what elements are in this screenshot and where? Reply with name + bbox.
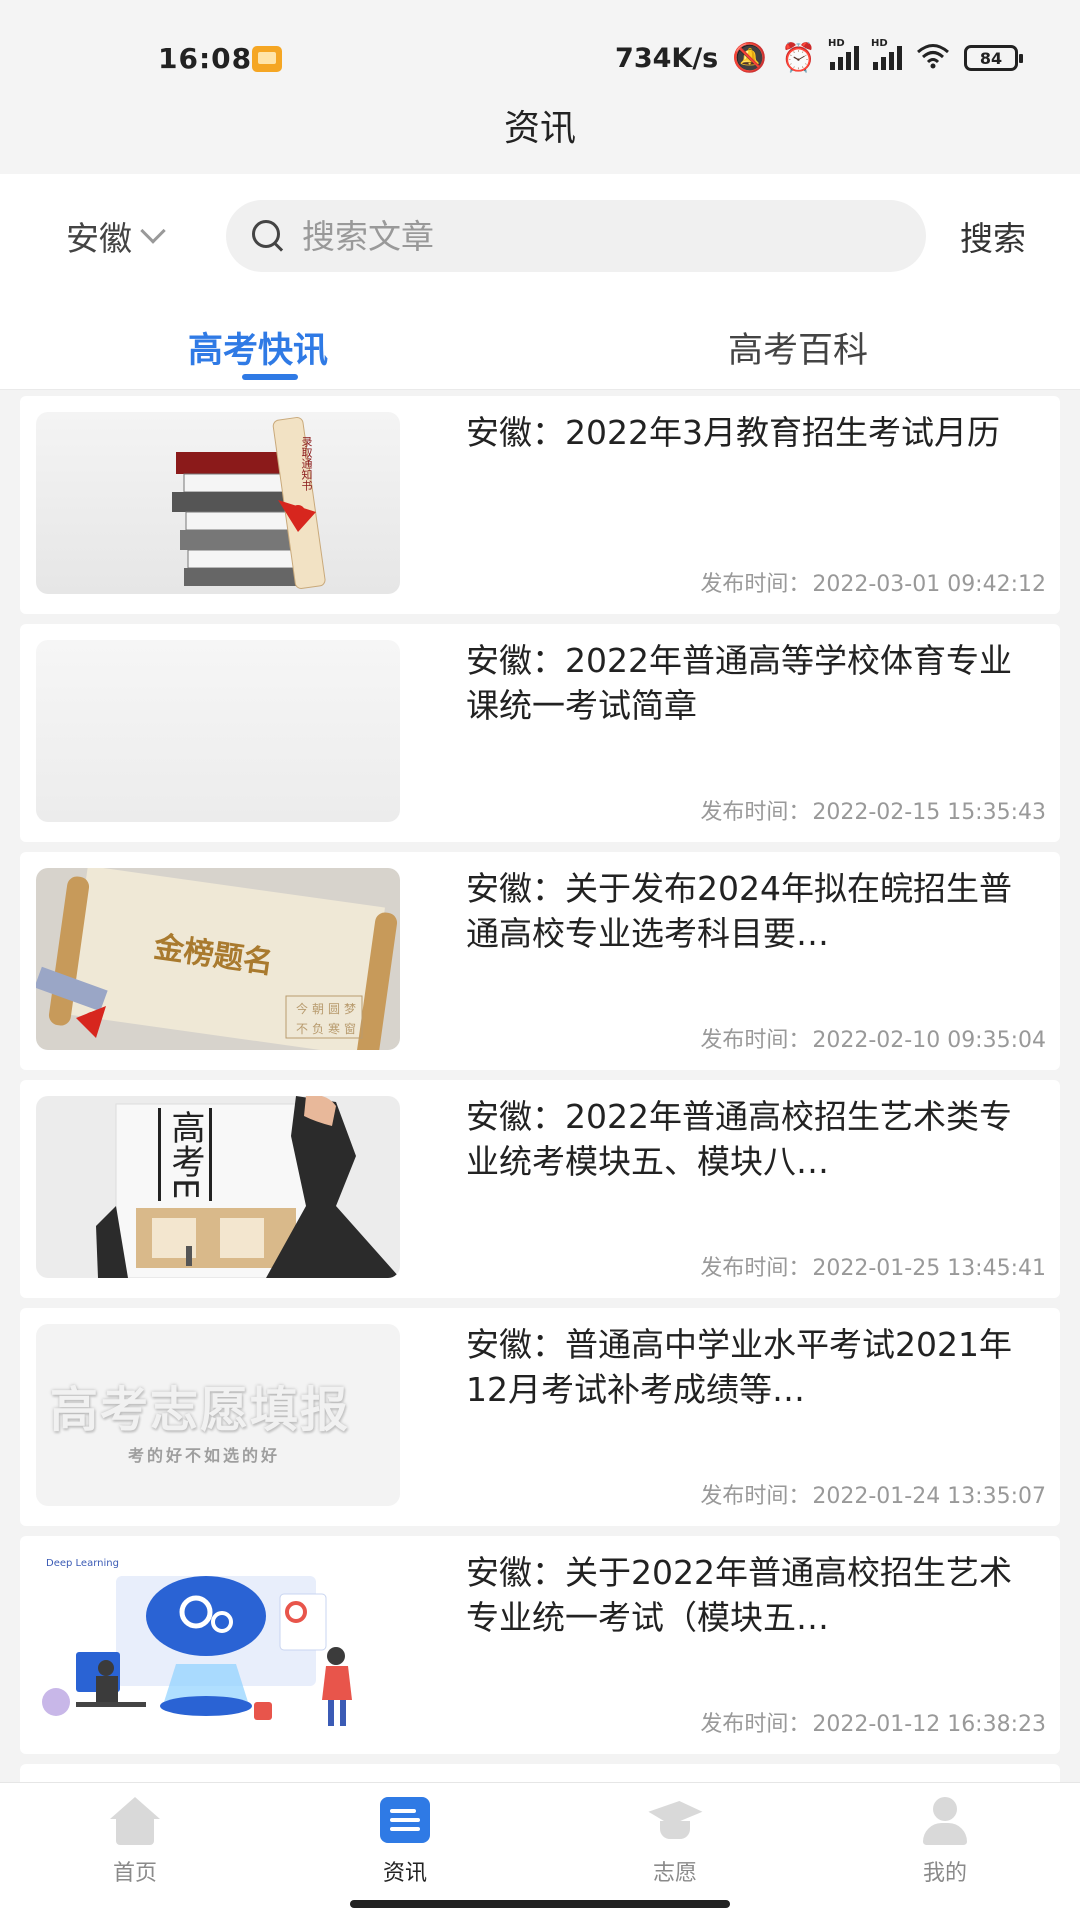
article-time: 发布时间：2022-01-25 13:45:41 (700, 1250, 1046, 1282)
poster-illustration (96, 1096, 400, 1278)
home-indicator[interactable] (350, 1900, 730, 1908)
nav-home-label: 首页 (112, 1861, 157, 1886)
chevron-down-icon (140, 218, 166, 244)
graduation-cap-icon (648, 1797, 702, 1847)
nav-volunteer[interactable]: 志愿 (615, 1797, 735, 1887)
status-bar: 16:08 734K/s 🔕 ⏰ HD HD 84 (0, 0, 1080, 110)
article-title: 安徽：2022年普通高等学校体育专业课统一考试简章 (466, 641, 1012, 725)
nav-profile-label: 我的 (922, 1861, 967, 1886)
nav-profile[interactable]: 我的 (885, 1797, 1005, 1887)
search-row: 安徽 搜索 (0, 174, 1080, 294)
article-time-label: 发布时间： (700, 800, 811, 825)
article-time: 发布时间：2022-02-10 09:35:04 (700, 1022, 1046, 1054)
article-time-value: 2022-01-24 13:35:07 (812, 1484, 1046, 1509)
article-time-value: 2022-01-25 13:45:41 (812, 1256, 1046, 1281)
mute-icon: 🔕 (732, 41, 768, 74)
search-input[interactable] (302, 216, 862, 256)
battery-icon: 84 (964, 45, 1023, 71)
signal-icon-2: HD (871, 38, 902, 70)
status-time: 16:08 (158, 42, 253, 75)
list-item[interactable]: 金榜题名 今朝圆梦 不负寒窗 安徽：关于发布2024年拟在皖招生普通高校专业选考… (20, 852, 1060, 1070)
article-thumbnail: 录取通知书 (36, 412, 400, 594)
article-time: 发布时间：2022-01-12 16:38:23 (700, 1706, 1046, 1738)
search-box[interactable] (226, 200, 926, 272)
article-time: 发布时间：2022-01-24 13:35:07 (700, 1478, 1046, 1510)
list-item[interactable]: Deep Learning 安徽：关于2022年普通高校招生艺术专业统一考试（模… (20, 1536, 1060, 1754)
nav-news-label: 资讯 (382, 1861, 427, 1886)
article-time: 发布时间：2022-03-01 09:42:12 (700, 566, 1046, 598)
article-time-value: 2022-02-15 15:35:43 (812, 800, 1046, 825)
list-item[interactable]: 录取通知书 安徽：2022年3月教育招生考试月历 发布时间：2022-03-01… (20, 396, 1060, 614)
article-time: 发布时间：2022-02-15 15:35:43 (700, 794, 1046, 826)
header: 资讯 (0, 100, 1080, 174)
notification-icon (252, 46, 282, 72)
nav-volunteer-label: 志愿 (652, 1861, 697, 1886)
signal-icon: HD (828, 38, 859, 70)
search-button[interactable]: 搜索 (960, 212, 1026, 260)
wifi-icon (916, 43, 950, 74)
thumbnail-caption: 高考E (158, 1108, 212, 1202)
list-item[interactable]: 高考E 安徽：2022年普通高校招生艺术类专业统考模块五、模块八… 发布时间：2… (20, 1080, 1060, 1298)
thumbnail-caption: 高考志愿填报 (50, 1382, 351, 1438)
article-time-label: 发布时间： (700, 572, 811, 597)
hd-label: HD (828, 38, 845, 49)
nav-home[interactable]: 首页 (75, 1797, 195, 1887)
article-thumbnail: 金榜题名 今朝圆梦 不负寒窗 (36, 868, 400, 1050)
article-time-value: 2022-01-12 16:38:23 (812, 1712, 1046, 1737)
article-title: 安徽：2022年3月教育招生考试月历 (466, 413, 1000, 452)
tab-gaokao-encyclopedia[interactable]: 高考百科 (728, 322, 868, 373)
alarm-icon: ⏰ (781, 41, 816, 74)
article-thumbnail: 高考志愿填报 考的好不如选的好 (36, 1324, 400, 1506)
user-icon (918, 1797, 972, 1847)
network-speed: 734K/s (615, 42, 719, 74)
books-diploma-illustration (172, 417, 326, 589)
nav-news[interactable]: 资讯 (345, 1797, 465, 1887)
list-item[interactable]: 安徽：2022年普通高等学校体育专业课统一考试简章 发布时间：2022-02-1… (20, 624, 1060, 842)
article-time-label: 发布时间： (700, 1484, 811, 1509)
page-title: 资讯 (503, 108, 576, 149)
thumbnail-subcaption: 考的好不如选的好 (128, 1446, 281, 1465)
article-time-value: 2022-02-10 09:35:04 (812, 1028, 1046, 1053)
thumbnail-subcaption-2: 不负寒窗 (296, 1022, 361, 1036)
tab-bar: 高考快讯 高考百科 (0, 294, 1080, 390)
article-time-label: 发布时间： (700, 1712, 811, 1737)
thumbnail-caption: 录取通知书 (300, 436, 313, 491)
status-icons: 734K/s 🔕 ⏰ HD HD 84 (615, 38, 1023, 78)
article-title: 安徽：普通高中学业水平考试2021年12月考试补考成绩等… (466, 1325, 1012, 1409)
tab-gaokao-news[interactable]: 高考快讯 (188, 322, 328, 373)
article-title: 安徽：2022年普通高校招生艺术类专业统考模块五、模块八… (466, 1097, 1012, 1181)
article-title: 安徽：关于发布2024年拟在皖招生普通高校专业选考科目要… (466, 869, 1012, 953)
deep-learning-illustration (42, 1576, 352, 1726)
thumbnail-subcaption-1: 今朝圆梦 (296, 1002, 361, 1016)
hd-label-2: HD (871, 38, 888, 49)
tab-active-indicator (242, 374, 298, 380)
search-icon (250, 218, 286, 254)
article-time-label: 发布时间： (700, 1256, 811, 1281)
list-item[interactable]: 高考志愿填报 考的好不如选的好 安徽：普通高中学业水平考试2021年12月考试补… (20, 1308, 1060, 1526)
province-label: 安徽 (66, 219, 132, 258)
article-thumbnail (36, 640, 400, 822)
province-selector[interactable]: 安徽 (66, 212, 166, 260)
home-icon (108, 1797, 162, 1847)
thumbnail-caption: Deep Learning (46, 1558, 119, 1569)
article-thumbnail: Deep Learning (36, 1552, 400, 1734)
article-thumbnail: 高考E (36, 1096, 400, 1278)
news-icon (378, 1797, 432, 1847)
article-time-label: 发布时间： (700, 1028, 811, 1053)
article-title: 安徽：关于2022年普通高校招生艺术专业统一考试（模块五… (466, 1553, 1012, 1637)
article-time-value: 2022-03-01 09:42:12 (812, 572, 1046, 597)
